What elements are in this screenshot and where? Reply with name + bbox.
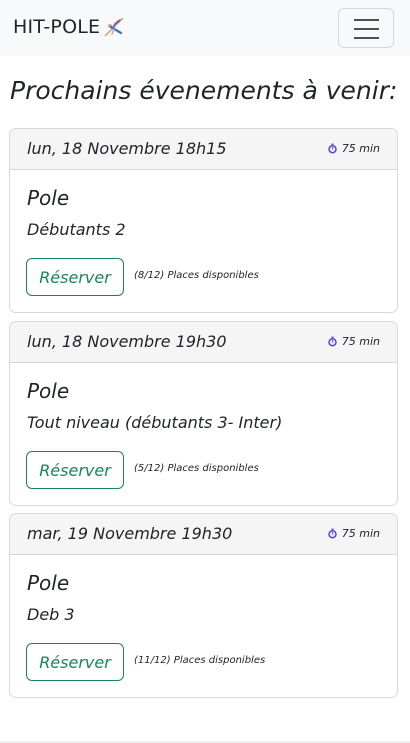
places-available: (11/12) Places disponibles (134, 655, 266, 666)
hamburger-menu-icon (354, 19, 379, 21)
event-card-header: lun, 18 Novembre 19h30 75 min (10, 322, 397, 363)
reserve-button[interactable]: Réserver (26, 258, 124, 296)
event-date: mar, 19 Novembre 19h30 (27, 524, 233, 543)
event-card: lun, 18 Novembre 19h30 75 min Pole Tout … (9, 321, 398, 506)
event-activity: Pole (27, 186, 70, 210)
reserve-button[interactable]: Réserver (26, 451, 124, 489)
reserve-button[interactable]: Réserver (26, 643, 124, 681)
duration-text: 75 min (341, 142, 380, 155)
navbar: HIT-POLE (0, 0, 410, 56)
places-available: (5/12) Places disponibles (134, 463, 259, 474)
event-level: Débutants 2 (27, 220, 126, 239)
brand-name: HIT-POLE (13, 16, 101, 38)
event-card: mar, 19 Novembre 19h30 75 min Pole Deb 3… (9, 513, 398, 698)
duration-text: 75 min (341, 527, 380, 540)
event-date: lun, 18 Novembre 19h30 (27, 332, 227, 351)
event-card: lun, 18 Novembre 18h15 75 min Pole Début… (9, 128, 398, 313)
event-card-header: lun, 18 Novembre 18h15 75 min (10, 129, 397, 170)
page-title: Prochains évenements à venir: (10, 76, 398, 105)
places-available: (8/12) Places disponibles (134, 270, 259, 281)
duration-text: 75 min (341, 335, 380, 348)
event-level: Tout niveau (débutants 3- Inter) (27, 413, 283, 432)
brand-link[interactable]: HIT-POLE (13, 15, 126, 39)
stopwatch-icon (328, 528, 337, 539)
event-duration: 75 min (327, 335, 380, 348)
event-activity: Pole (27, 571, 70, 595)
navbar-toggler-button[interactable] (338, 8, 394, 48)
hamburger-bar (354, 37, 379, 39)
pole-dancer-icon (104, 17, 124, 37)
event-activity: Pole (27, 379, 70, 403)
event-card-header: mar, 19 Novembre 19h30 75 min (10, 514, 397, 555)
event-duration: 75 min (327, 527, 380, 540)
event-date: lun, 18 Novembre 18h15 (27, 139, 227, 158)
event-level: Deb 3 (27, 605, 75, 624)
hamburger-bar (354, 28, 379, 30)
event-duration: 75 min (327, 142, 380, 155)
stopwatch-icon (328, 143, 337, 154)
stopwatch-icon (328, 336, 337, 347)
